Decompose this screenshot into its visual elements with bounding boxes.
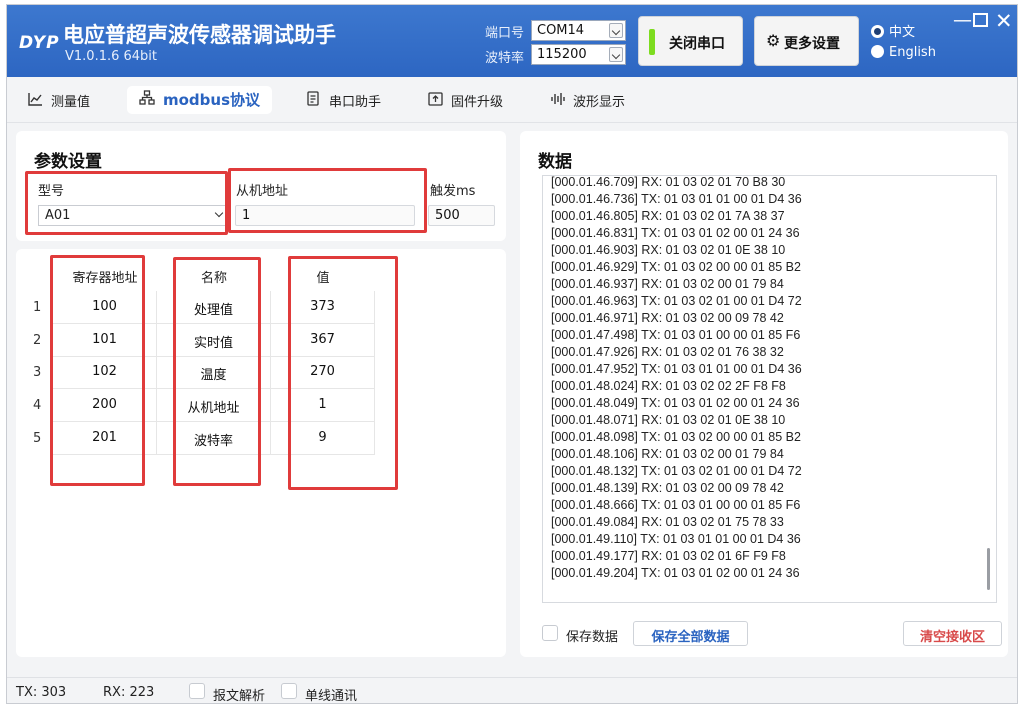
- receive-log[interactable]: [000.01.46.709] RX: 01 03 02 01 70 B8 30…: [542, 175, 997, 603]
- title-bar: DYP 电应普超声波传感器调试助手 V1.0.1.6 64bit 端口号 COM…: [7, 5, 1017, 77]
- highlight-box: [173, 257, 261, 486]
- log-line: [000.01.46.971] RX: 01 03 02 00 09 78 42: [551, 311, 784, 325]
- clear-receive-button[interactable]: 清空接收区: [903, 621, 1002, 646]
- brand-logo: DYP: [19, 33, 60, 53]
- trigger-ms-label: 触发ms: [430, 184, 476, 199]
- data-panel: 数据 [000.01.46.709] RX: 01 03 02 01 70 B8…: [520, 131, 1008, 657]
- highlight-box: [288, 256, 398, 490]
- save-all-data-button[interactable]: 保存全部数据: [633, 621, 748, 646]
- save-data-checkbox[interactable]: [542, 625, 558, 641]
- parameter-settings-panel: 参数设置 型号 A01 从机地址 1 触发ms 500: [16, 131, 506, 241]
- parameter-settings-title: 参数设置: [34, 152, 102, 172]
- log-line: [000.01.49.084] RX: 01 03 02 01 75 78 33: [551, 515, 784, 529]
- more-settings-button[interactable]: ⚙ 更多设置: [754, 16, 859, 66]
- chevron-down-icon[interactable]: [609, 47, 623, 62]
- close-port-button[interactable]: 关闭串口: [638, 16, 743, 66]
- log-line: [000.01.49.204] TX: 01 03 01 02 00 01 24…: [551, 566, 800, 580]
- row-number: 2: [33, 333, 42, 348]
- log-line: [000.01.46.963] TX: 01 03 02 01 00 01 D4…: [551, 294, 802, 308]
- minimize-icon[interactable]: —: [953, 9, 972, 31]
- log-line: [000.01.48.106] RX: 01 03 02 00 01 79 84: [551, 447, 784, 461]
- data-title: 数据: [538, 152, 572, 172]
- log-line: [000.01.49.177] RX: 01 03 02 01 6F F9 F8: [551, 549, 786, 563]
- log-line: [000.01.46.929] TX: 01 03 02 00 00 01 85…: [551, 260, 801, 274]
- message-parse-checkbox[interactable]: [189, 683, 205, 699]
- waveform-icon: [549, 92, 565, 110]
- language-english-label: English: [889, 45, 936, 60]
- log-line: [000.01.46.736] TX: 01 03 01 01 00 01 D4…: [551, 192, 802, 206]
- status-bar: TX: 303 RX: 223 报文解析 单线通讯: [7, 677, 1017, 704]
- log-line: [000.01.46.805] RX: 01 03 02 01 7A 38 37: [551, 209, 785, 223]
- save-data-label: 保存数据: [566, 630, 619, 645]
- single-wire-checkbox[interactable]: [281, 683, 297, 699]
- app-window: DYP 电应普超声波传感器调试助手 V1.0.1.6 64bit 端口号 COM…: [6, 4, 1018, 704]
- more-settings-label: 更多设置: [784, 36, 840, 52]
- gear-icon: ⚙: [766, 31, 781, 50]
- radio-checked-icon[interactable]: [871, 25, 884, 38]
- log-line: [000.01.48.666] TX: 01 03 01 00 00 01 85…: [551, 498, 801, 512]
- close-icon[interactable]: ✕: [995, 9, 1013, 33]
- highlight-box: [50, 255, 145, 486]
- log-line: [000.01.46.937] RX: 01 03 02 00 01 79 84: [551, 277, 784, 291]
- chevron-down-icon[interactable]: [609, 23, 623, 38]
- highlight-box: [25, 171, 228, 235]
- baud-select-value: 115200: [537, 47, 587, 62]
- tx-count: TX: 303: [16, 685, 67, 700]
- tab-waveform[interactable]: 波形显示: [549, 86, 625, 114]
- connection-status-indicator: [649, 29, 655, 55]
- tab-measurement-label: 测量值: [51, 95, 91, 110]
- trigger-ms-input[interactable]: 500: [428, 205, 495, 226]
- app-version: V1.0.1.6 64bit: [65, 49, 158, 64]
- row-number: 5: [33, 431, 42, 446]
- tab-firmware-label: 固件升级: [451, 95, 504, 110]
- log-line: [000.01.46.903] RX: 01 03 02 01 0E 38 10: [551, 243, 786, 257]
- row-number: 3: [33, 365, 42, 380]
- single-wire-label: 单线通讯: [305, 689, 358, 704]
- port-select-value: COM14: [537, 23, 585, 38]
- log-line: [000.01.48.132] TX: 01 03 02 01 00 01 D4…: [551, 464, 802, 478]
- log-line: [000.01.47.498] TX: 01 03 01 00 00 01 85…: [551, 328, 801, 342]
- tab-modbus-label: modbus协议: [163, 91, 261, 109]
- log-line: [000.01.47.952] TX: 01 03 01 01 00 01 D4…: [551, 362, 802, 376]
- register-table-panel: 寄存器地址 名称 值 1 100 处理值 373 2 101 实时值 367 3…: [16, 249, 506, 657]
- port-label: 端口号: [485, 26, 525, 41]
- tab-serial-assistant[interactable]: 串口助手: [305, 86, 381, 114]
- message-parse-label: 报文解析: [213, 689, 266, 704]
- log-line: [000.01.48.071] RX: 01 03 02 01 0E 38 10: [551, 413, 786, 427]
- highlight-box: [228, 168, 427, 233]
- radio-unchecked-icon[interactable]: [871, 45, 884, 58]
- language-option-english[interactable]: English: [871, 45, 936, 60]
- tab-bar: 测量值 modbus协议 串口助手 固件升级 波形显示: [7, 77, 1017, 123]
- maximize-icon[interactable]: [973, 13, 988, 27]
- log-line: [000.01.48.024] RX: 01 03 02 02 2F F8 F8: [551, 379, 786, 393]
- language-option-chinese[interactable]: 中文: [871, 21, 915, 40]
- row-number: 1: [33, 300, 42, 315]
- chart-line-icon: [27, 92, 43, 110]
- tab-serial-label: 串口助手: [329, 95, 382, 110]
- log-line: [000.01.48.098] TX: 01 03 02 00 00 01 85…: [551, 430, 801, 444]
- upload-icon: [427, 92, 443, 110]
- log-line: [000.01.49.110] TX: 01 03 01 01 00 01 D4…: [551, 532, 801, 546]
- network-icon: [139, 90, 155, 109]
- tab-modbus[interactable]: modbus协议: [127, 86, 273, 114]
- app-title: 电应普超声波传感器调试助手: [63, 23, 336, 47]
- baud-select[interactable]: 115200: [531, 44, 626, 65]
- close-port-label: 关闭串口: [669, 36, 725, 52]
- rx-count: RX: 223: [103, 685, 155, 700]
- log-line: [000.01.46.831] TX: 01 03 01 02 00 01 24…: [551, 226, 800, 240]
- row-number: 4: [33, 398, 42, 413]
- port-select[interactable]: COM14: [531, 20, 626, 41]
- tab-measurement[interactable]: 测量值: [27, 86, 90, 114]
- tab-firmware-upgrade[interactable]: 固件升级: [427, 86, 503, 114]
- log-scrollbar[interactable]: [987, 548, 990, 590]
- log-line: [000.01.48.139] RX: 01 03 02 00 09 78 42: [551, 481, 784, 495]
- log-line: [000.01.47.926] RX: 01 03 02 01 76 38 32: [551, 345, 784, 359]
- baud-label: 波特率: [485, 51, 525, 66]
- log-line: [000.01.46.709] RX: 01 03 02 01 70 B8 30: [551, 175, 786, 189]
- document-icon: [305, 91, 321, 110]
- tab-waveform-label: 波形显示: [573, 95, 626, 110]
- log-line: [000.01.48.049] TX: 01 03 01 02 00 01 24…: [551, 396, 800, 410]
- language-chinese-label: 中文: [889, 25, 916, 40]
